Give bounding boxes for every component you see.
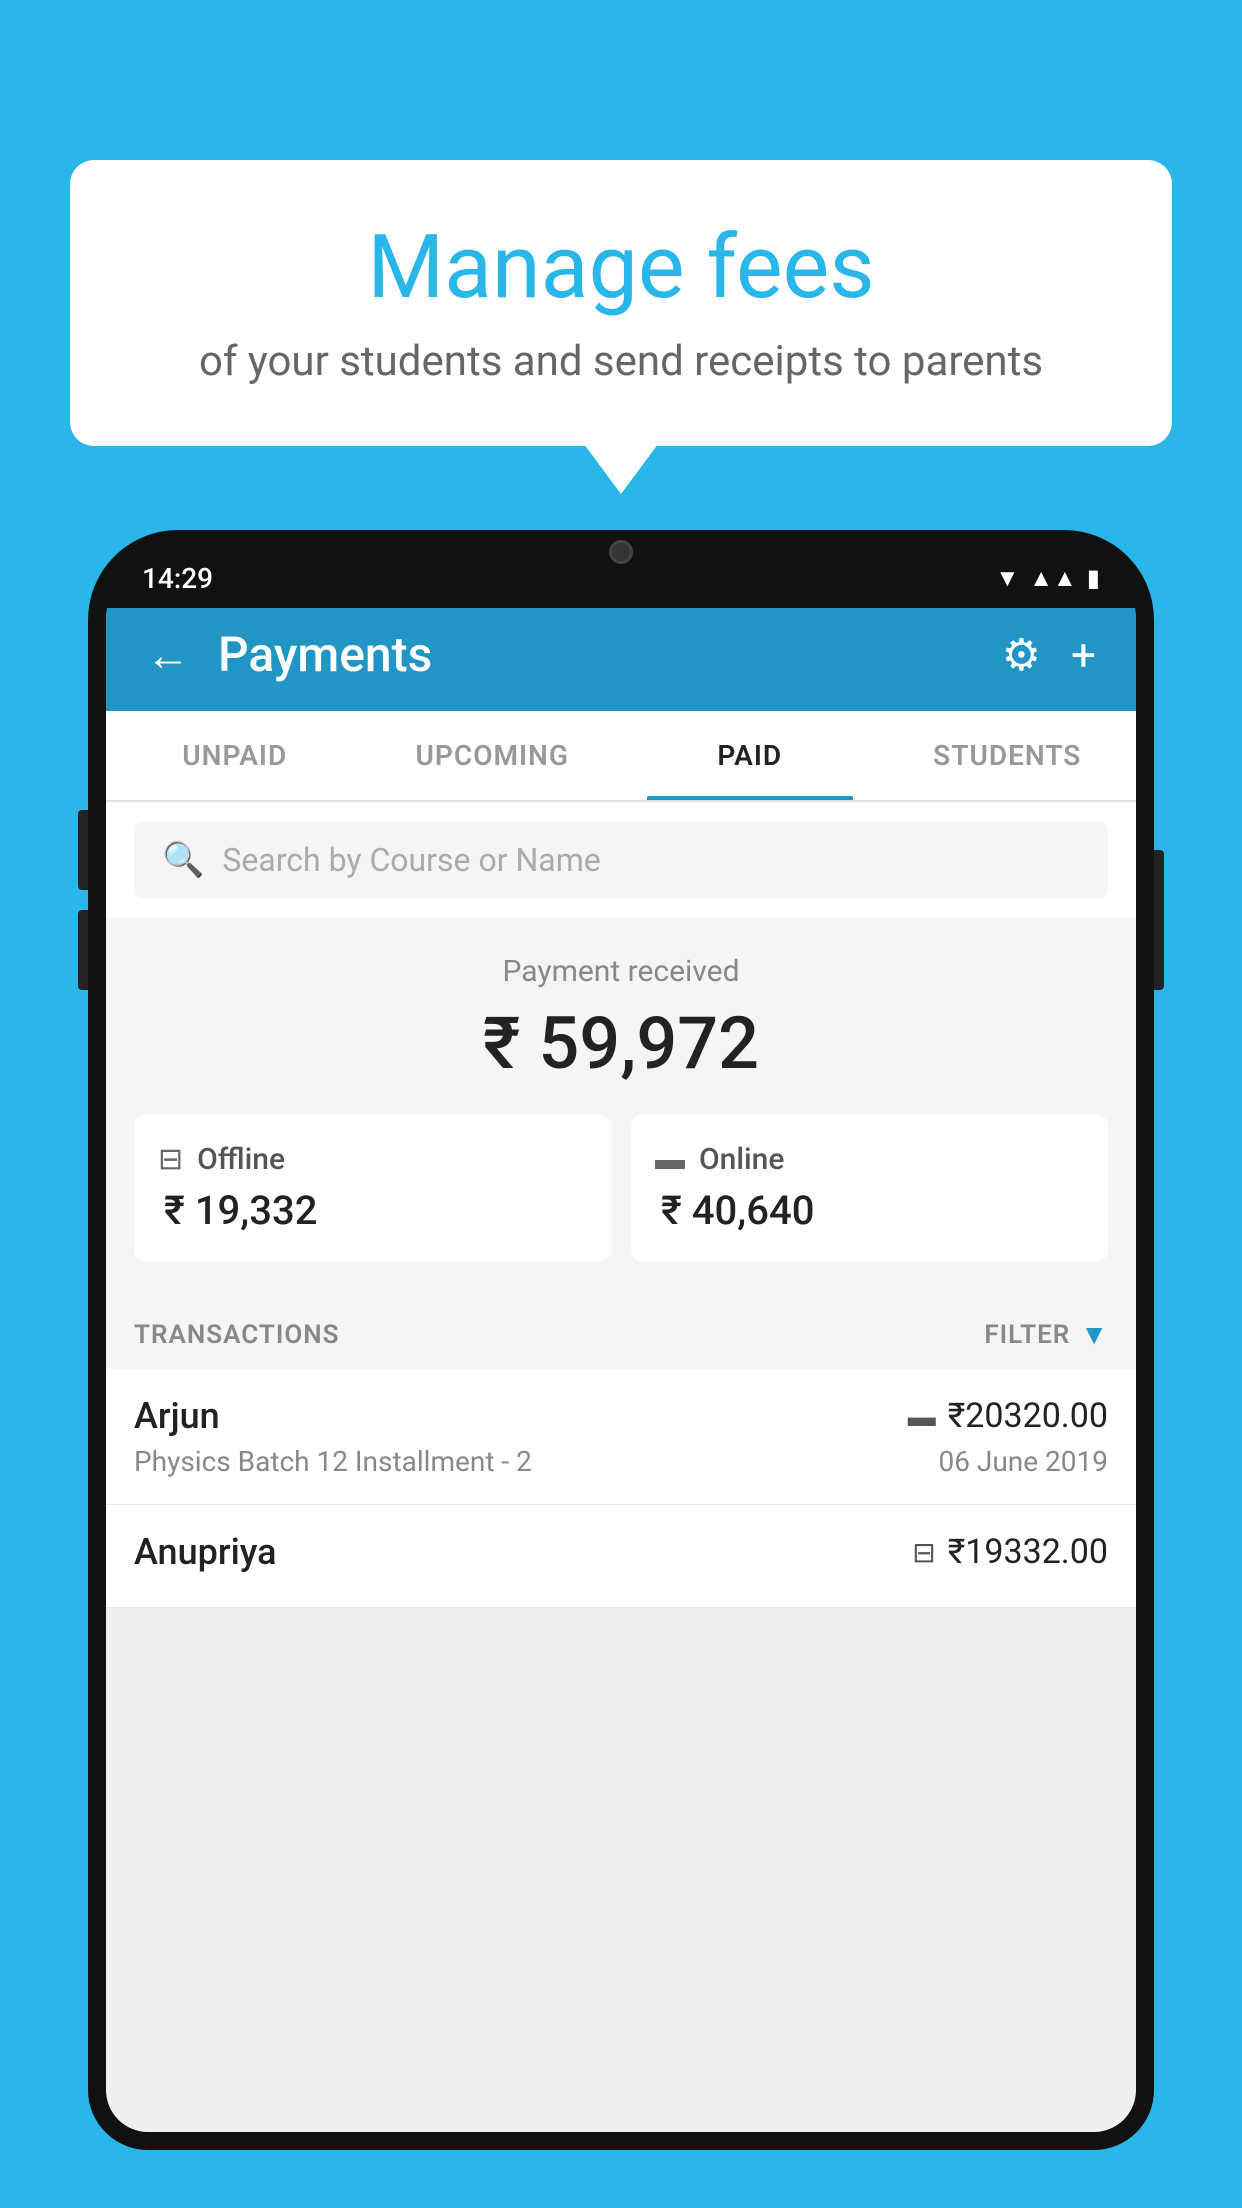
phone-power-button (1154, 850, 1164, 990)
tab-upcoming[interactable]: UPCOMING (364, 711, 622, 800)
online-icon: ▬ (655, 1142, 685, 1177)
phone-screen: ← Payments ⚙ + UNPAID UPCOMING PAID STUD… (106, 548, 1136, 2132)
transaction-name: Arjun (134, 1395, 220, 1437)
payment-cards: ⊟ Offline ₹ 19,332 ▬ Online ₹ 40,640 (134, 1114, 1108, 1262)
search-input[interactable]: Search by Course or Name (222, 841, 600, 879)
speech-bubble-title: Manage fees (150, 220, 1092, 317)
tab-unpaid[interactable]: UNPAID (106, 711, 364, 800)
transaction-type-icon: ⊟ (912, 1536, 935, 1569)
transaction-amount-container: ⊟ ₹19332.00 (912, 1532, 1108, 1572)
phone-frame: 14:29 ▼ ▲▲ ▮ ← Payments ⚙ + (88, 530, 1154, 2150)
offline-card: ⊟ Offline ₹ 19,332 (134, 1114, 611, 1262)
battery-icon: ▮ (1087, 564, 1100, 592)
status-time: 14:29 (142, 562, 213, 595)
transaction-amount-container: ▬ ₹20320.00 (908, 1396, 1108, 1436)
online-label: Online (699, 1142, 784, 1177)
tab-paid[interactable]: PAID (621, 711, 879, 800)
transaction-item[interactable]: Arjun ▬ ₹20320.00 Physics Batch 12 Insta… (106, 1369, 1136, 1505)
online-amount: ₹ 40,640 (655, 1187, 1084, 1234)
wifi-icon: ▼ (996, 564, 1020, 593)
search-bar[interactable]: 🔍 Search by Course or Name (134, 822, 1108, 898)
header-actions: ⚙ + (1002, 629, 1096, 681)
payment-summary: Payment received ₹ 59,972 ⊟ Offline ₹ 19… (106, 918, 1136, 1290)
offline-label: Offline (197, 1142, 285, 1177)
speech-bubble-container: Manage fees of your students and send re… (70, 160, 1172, 446)
offline-card-header: ⊟ Offline (158, 1142, 587, 1177)
transaction-name: Anupriya (134, 1531, 277, 1573)
transaction-date: 06 June 2019 (938, 1445, 1108, 1478)
phone-notch (541, 530, 701, 574)
filter-container[interactable]: FILTER ▼ (984, 1318, 1108, 1351)
payment-total-amount: ₹ 59,972 (134, 1001, 1108, 1086)
transaction-amount: ₹20320.00 (948, 1396, 1108, 1436)
camera (609, 540, 633, 564)
transaction-type-icon: ▬ (908, 1400, 936, 1433)
online-card-header: ▬ Online (655, 1142, 1084, 1177)
filter-icon[interactable]: ▼ (1080, 1318, 1108, 1351)
page-title: Payments (218, 626, 974, 683)
transaction-row-bottom: Physics Batch 12 Installment - 2 06 June… (134, 1445, 1108, 1478)
payment-received-label: Payment received (134, 954, 1108, 989)
transactions-label: TRANSACTIONS (134, 1320, 340, 1350)
offline-amount: ₹ 19,332 (158, 1187, 587, 1234)
back-button[interactable]: ← (146, 629, 190, 681)
transaction-course: Physics Batch 12 Installment - 2 (134, 1445, 532, 1478)
phone-volume-down-button (78, 910, 88, 990)
signal-icon: ▲▲ (1029, 564, 1077, 593)
search-icon: 🔍 (162, 840, 204, 880)
phone-volume-up-button (78, 810, 88, 890)
search-container: 🔍 Search by Course or Name (106, 802, 1136, 918)
phone-container: 14:29 ▼ ▲▲ ▮ ← Payments ⚙ + (88, 530, 1154, 2208)
tabs-container: UNPAID UPCOMING PAID STUDENTS (106, 711, 1136, 802)
online-card: ▬ Online ₹ 40,640 (631, 1114, 1108, 1262)
speech-bubble: Manage fees of your students and send re… (70, 160, 1172, 446)
transaction-amount: ₹19332.00 (948, 1532, 1108, 1572)
speech-bubble-subtitle: of your students and send receipts to pa… (150, 337, 1092, 386)
transaction-item[interactable]: Anupriya ⊟ ₹19332.00 (106, 1505, 1136, 1608)
add-icon[interactable]: + (1071, 629, 1096, 681)
offline-icon: ⊟ (158, 1142, 183, 1177)
filter-label: FILTER (984, 1320, 1070, 1350)
tab-students[interactable]: STUDENTS (879, 711, 1137, 800)
transaction-row-top: Arjun ▬ ₹20320.00 (134, 1395, 1108, 1437)
status-icons: ▼ ▲▲ ▮ (996, 564, 1101, 593)
transaction-row-top: Anupriya ⊟ ₹19332.00 (134, 1531, 1108, 1573)
settings-icon[interactable]: ⚙ (1002, 629, 1041, 681)
transactions-header: TRANSACTIONS FILTER ▼ (106, 1290, 1136, 1369)
